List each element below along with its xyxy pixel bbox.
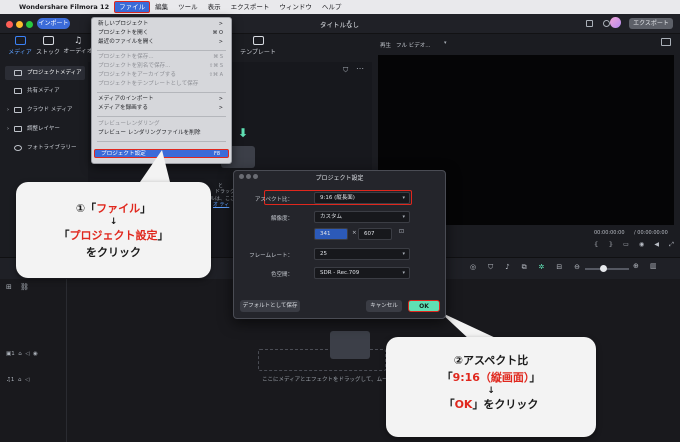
lock-ratio-icon[interactable]: ⊡ <box>399 228 404 235</box>
project-settings-dialog: プロジェクト設定 アスペクト比： 9:16 (縦長面) ▾ 解像度： カスタム ▾ … <box>233 170 446 319</box>
callout2-line2: 「9:16（縦画面）」 <box>441 371 541 384</box>
callout1-arrow: ↓ <box>109 217 118 227</box>
ok-button[interactable]: OK <box>408 300 440 312</box>
aspect-ratio-select[interactable]: 9:16 (縦長面) ▾ <box>314 192 410 204</box>
chevron-down-icon: ▾ <box>402 251 405 257</box>
chevron-down-icon: ▾ <box>402 214 405 220</box>
save-as-default-button[interactable]: デフォルトとして保存 <box>240 300 300 312</box>
dialog-title: プロジェクト設定 <box>315 175 364 182</box>
callout1-pointer <box>140 150 170 182</box>
resolution-select[interactable]: カスタム ▾ <box>314 211 410 223</box>
chevron-down-icon: ▾ <box>402 195 405 201</box>
colorspace-label: 色空間： <box>270 272 293 278</box>
times-symbol: × <box>352 230 357 236</box>
callout2-line1: ②アスペクト比 <box>453 354 529 367</box>
callout2-pointer <box>440 312 500 340</box>
instruction-callout-2: ②アスペクト比 「9:16（縦画面）」 ↓ 「OK」をクリック <box>386 337 596 437</box>
framerate-select[interactable]: 25 ▾ <box>314 248 410 260</box>
callout2-line3: 「OK」をクリック <box>443 398 539 411</box>
resolution-label: 解像度： <box>270 216 293 222</box>
chevron-down-icon: ▾ <box>402 270 405 276</box>
callout1-line2: 「プロジェクト設定」 <box>58 229 169 242</box>
callout1-line1: ①「ファイル」 <box>75 202 152 215</box>
callout2-arrow: ↓ <box>487 386 495 396</box>
width-input[interactable]: 341 <box>314 228 348 240</box>
framerate-label: フレームレート： <box>249 253 293 259</box>
callout1-line3: をクリック <box>86 246 141 259</box>
colorspace-select[interactable]: SDR - Rec.709 ▾ <box>314 267 410 279</box>
instruction-callout-1: ①「ファイル」 ↓ 「プロジェクト設定」 をクリック <box>16 182 211 278</box>
height-input[interactable]: 607 <box>358 228 392 240</box>
aspect-ratio-label: アスペクト比： <box>254 197 293 203</box>
cancel-button[interactable]: キャンセル <box>366 300 402 312</box>
